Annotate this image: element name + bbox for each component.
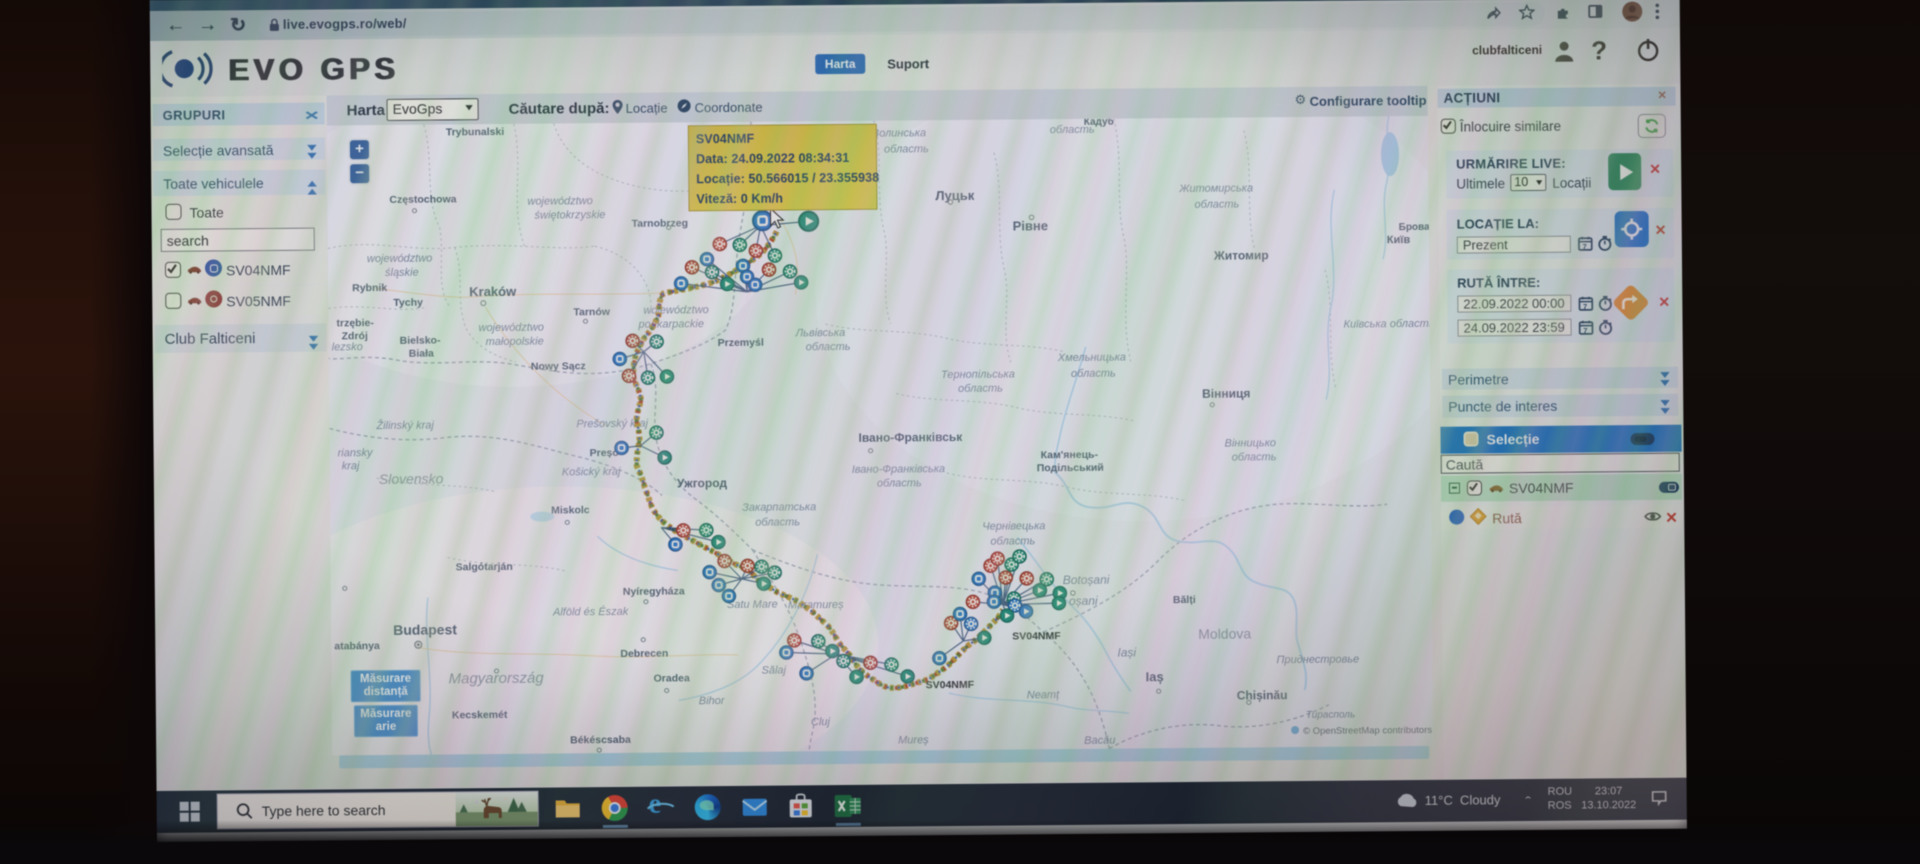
svg-text:Подільський: Подільський [1037, 462, 1104, 475]
svg-text:Bălți: Bălți [1173, 594, 1196, 606]
svg-text:© OpenStreetMap contributors: © OpenStreetMap contributors [1303, 725, 1432, 737]
svg-text:Sălaj: Sălaj [761, 664, 786, 676]
svg-text:Slovensko: Slovensko [379, 470, 444, 487]
svg-text:województwo: województwo [527, 195, 593, 208]
svg-text:Брова: Брова [1399, 222, 1431, 233]
svg-text:область: область [990, 535, 1035, 547]
svg-text:Кам'янець-: Кам'янець- [1041, 449, 1099, 462]
svg-text:Košický kraj: Košický kraj [562, 466, 621, 479]
svg-text:śląskie: śląskie [385, 267, 419, 279]
svg-text:Békéscsaba: Békéscsaba [570, 734, 631, 747]
svg-text:Iași: Iași [1117, 645, 1136, 659]
svg-text:Київ: Київ [1387, 234, 1411, 246]
svg-text:Вінницько: Вінницько [1225, 437, 1276, 449]
svg-text:Trybunalski: Trybunalski [446, 126, 505, 139]
svg-text:Тернопільська: Тернопільська [941, 368, 1015, 381]
svg-text:Cluj: Cluj [811, 716, 831, 728]
svg-text:kraj: kraj [342, 460, 360, 472]
svg-text:Kecskemét: Kecskemét [452, 709, 508, 721]
svg-text:область: область [877, 477, 922, 489]
svg-text:Івано-Франківська: Івано-Франківська [852, 463, 945, 476]
svg-text:Chișinău: Chișinău [1237, 688, 1288, 702]
svg-text:область: область [1050, 124, 1095, 136]
svg-text:Тирасполь: Тирасполь [1306, 710, 1355, 721]
svg-text:Mureș: Mureș [898, 734, 929, 746]
svg-text:область: область [1071, 368, 1116, 380]
svg-text:Bielsko-: Bielsko- [400, 335, 441, 347]
svg-text:область: область [884, 143, 929, 155]
svg-text:Ужгород: Ужгород [677, 476, 728, 490]
svg-text:Tychy: Tychy [393, 297, 423, 309]
svg-text:область: область [806, 341, 851, 353]
svg-text:województwo: województwo [367, 253, 433, 266]
svg-text:Botoșani: Botoșani [1063, 573, 1110, 587]
svg-text:Хмельницька: Хмельницька [1057, 352, 1126, 365]
svg-text:Miskolc: Miskolc [551, 504, 590, 516]
svg-text:Житомирська: Житомирська [1178, 182, 1253, 195]
svg-text:Житомир: Житомир [1213, 248, 1269, 262]
svg-text:область: область [1232, 451, 1277, 463]
svg-text:Iaș: Iaș [1146, 669, 1164, 684]
svg-text:Salgótarján: Salgótarján [456, 561, 513, 573]
svg-text:Закарпатська: Закарпатська [742, 501, 816, 514]
svg-text:Луцьк: Луцьк [935, 188, 974, 203]
svg-text:Magyarország: Magyarország [449, 670, 545, 688]
svg-text:SV04NMF: SV04NMF [926, 679, 975, 691]
svg-text:atabánya: atabánya [334, 640, 380, 652]
svg-text:Rybnik: Rybnik [352, 282, 387, 294]
svg-text:Nowy Sącz: Nowy Sącz [531, 360, 586, 372]
svg-text:Debrecen: Debrecen [620, 648, 668, 660]
svg-text:świętokrzyskie: świętokrzyskie [534, 209, 605, 222]
svg-text:область: область [755, 516, 800, 528]
svg-text:Neamț: Neamț [1027, 689, 1060, 701]
svg-text:Приднестровье: Приднестровье [1276, 654, 1359, 667]
svg-text:Budapest: Budapest [393, 621, 457, 638]
svg-text:Nyíregyháza: Nyíregyháza [623, 585, 685, 598]
svg-text:Moldova: Moldova [1198, 625, 1251, 641]
svg-text:7: 7 [1583, 302, 1587, 311]
svg-text:województwo: województwo [478, 322, 544, 335]
svg-text:Tarnów: Tarnów [573, 306, 610, 318]
svg-text:oșani: oșani [1069, 594, 1098, 608]
svg-text:Львівська: Львівська [795, 327, 846, 339]
svg-text:Вінниця: Вінниця [1202, 386, 1250, 400]
svg-text:Žilinský kraj: Žilinský kraj [375, 419, 434, 433]
svg-text:lezsko: lezsko [332, 341, 363, 353]
svg-text:trzębie-: trzębie- [336, 317, 374, 329]
svg-text:Волинська: Волинська [872, 127, 926, 139]
svg-text:Bacău: Bacău [1084, 735, 1115, 747]
svg-text:Tarnobrzeg: Tarnobrzeg [632, 217, 689, 229]
svg-text:małopolskie: małopolskie [486, 336, 544, 349]
svg-text:Івано-Франківськ: Івано-Франківськ [858, 430, 963, 445]
svg-text:Częstochowa: Częstochowa [389, 193, 456, 206]
svg-text:Alföld és Észak: Alföld és Észak [552, 605, 629, 619]
svg-text:Biała: Biała [409, 348, 434, 360]
svg-text:riansky: riansky [338, 447, 374, 459]
svg-text:7: 7 [1583, 242, 1587, 251]
svg-text:область: область [1194, 199, 1239, 211]
svg-text:Oradea: Oradea [654, 672, 690, 684]
svg-text:województwo: województwo [643, 304, 709, 317]
svg-text:Kraków: Kraków [469, 284, 517, 299]
svg-text:Київська область: Київська область [1343, 318, 1433, 331]
svg-text:7: 7 [1583, 326, 1587, 335]
svg-text:Bihor: Bihor [699, 695, 726, 707]
svg-text:SV04NMF: SV04NMF [1012, 630, 1061, 642]
svg-text:Чернівецька: Чернівецька [982, 520, 1045, 533]
svg-text:Przemyśl: Przemyśl [718, 337, 764, 349]
svg-text:podkarpackie: podkarpackie [637, 318, 704, 331]
svg-text:Рівне: Рівне [1013, 218, 1048, 233]
svg-text:область: область [958, 383, 1003, 395]
